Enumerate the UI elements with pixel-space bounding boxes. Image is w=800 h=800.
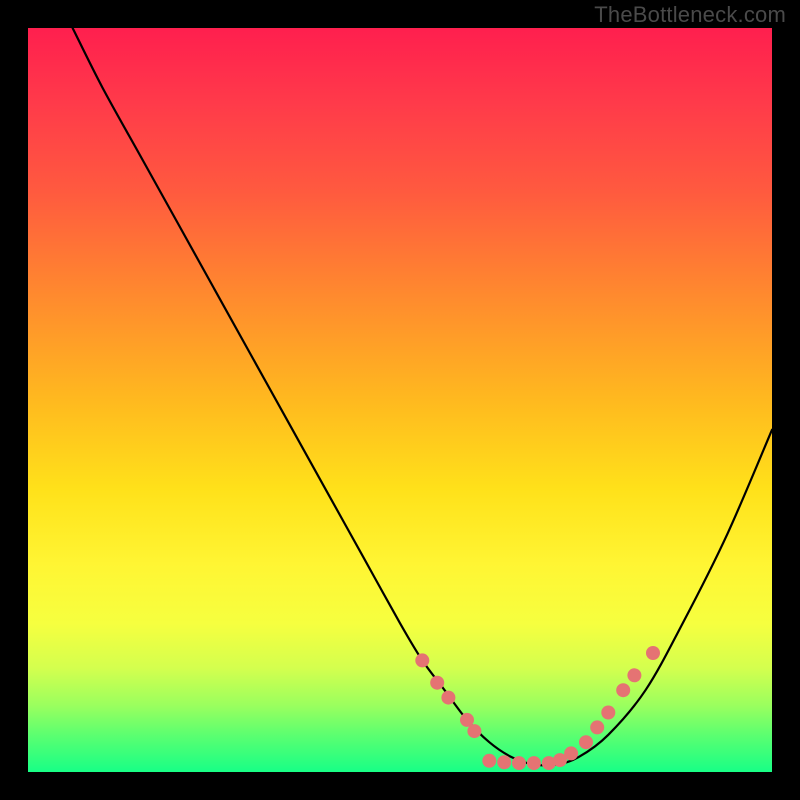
curve-markers [415, 646, 660, 770]
curve-marker [601, 706, 615, 720]
watermark-text: TheBottleneck.com [594, 2, 786, 28]
curve-marker [415, 653, 429, 667]
curve-marker [430, 676, 444, 690]
curve-marker [467, 724, 481, 738]
chart-frame: TheBottleneck.com [0, 0, 800, 800]
curve-marker [527, 756, 541, 770]
curve-marker [646, 646, 660, 660]
plot-area [28, 28, 772, 772]
curve-marker [482, 754, 496, 768]
curve-marker [590, 720, 604, 734]
curve-marker [627, 668, 641, 682]
curve-marker [497, 755, 511, 769]
curve-marker [579, 735, 593, 749]
curve-marker [616, 683, 630, 697]
curve-marker [564, 746, 578, 760]
curve-marker [512, 756, 526, 770]
chart-svg [28, 28, 772, 772]
curve-marker [441, 691, 455, 705]
